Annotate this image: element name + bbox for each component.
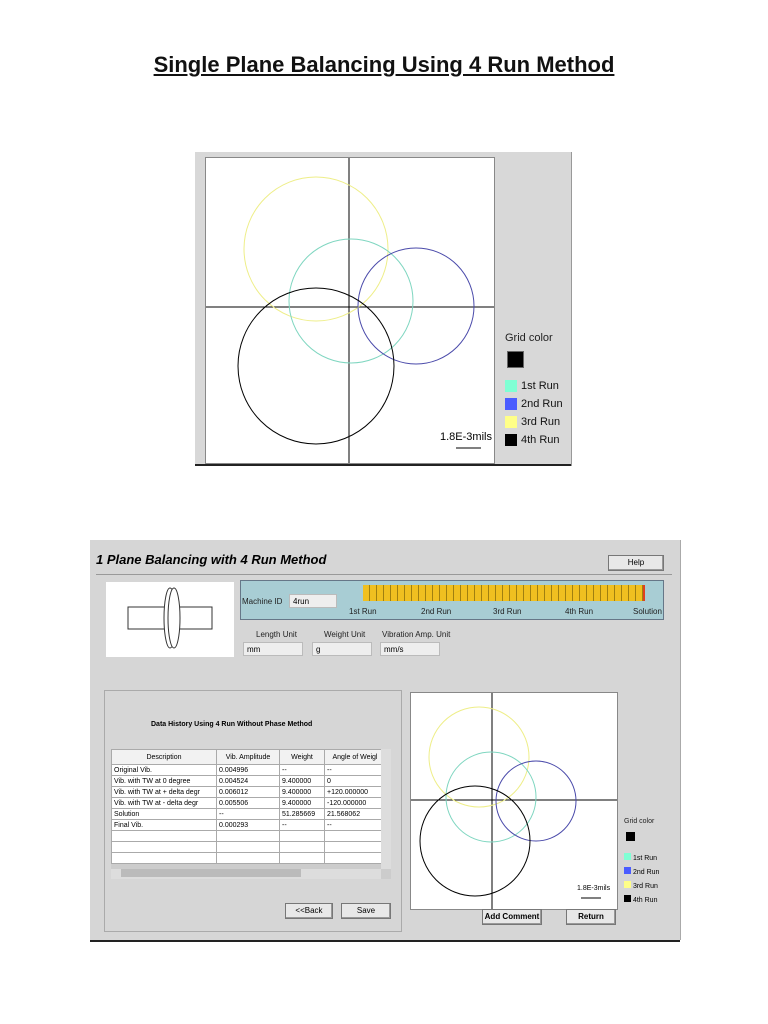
rotor-diagram xyxy=(106,582,234,657)
length-unit-field[interactable]: mm xyxy=(243,642,303,656)
legend: 1st Run 2nd Run 3rd Run 4th Run xyxy=(624,852,659,908)
grid-color-swatch[interactable] xyxy=(626,832,635,841)
scale-label: 1.8E-3mils xyxy=(577,885,611,892)
table-title: Data History Using 4 Run Without Phase M… xyxy=(151,721,313,728)
horizontal-scrollbar[interactable] xyxy=(111,869,381,879)
run4-circle xyxy=(237,287,395,445)
table-row: Final Vib. 0.000293 -- -- xyxy=(111,819,386,831)
machine-id-field[interactable]: 4run xyxy=(289,594,337,608)
back-button[interactable]: <<Back xyxy=(285,903,333,919)
table-row: Vib. with TW at + delta degr 0.006012 9.40… xyxy=(111,786,386,798)
legend: 1st Run 2nd Run 3rd Run 4th Run xyxy=(505,380,563,446)
grid-color-label: Grid color xyxy=(505,332,553,344)
legend-item: 4th Run xyxy=(505,434,563,446)
app-title: 1 Plane Balancing with 4 Run Method xyxy=(96,552,327,567)
run2-circle xyxy=(357,247,475,365)
progress-bar xyxy=(363,585,645,601)
progress-panel: Machine ID 4run 1st Run 2nd Run 3rd Run … xyxy=(240,580,664,620)
data-table[interactable]: Description Vib. Amplitude Weight Angle of … xyxy=(111,749,391,879)
legend-item: 1st Run xyxy=(505,380,563,392)
polar-plot: 1.8E-3mils xyxy=(205,157,495,464)
polar-plot-figure: 1.8E-3mils Grid color 1st Run 2nd Run 3r… xyxy=(195,152,572,466)
app-window: 1 Plane Balancing with 4 Run Method Help… xyxy=(90,540,681,940)
help-button[interactable]: Help xyxy=(608,555,664,571)
run1-circle xyxy=(288,238,414,364)
plot-canvas xyxy=(206,158,494,463)
length-unit-label: Length Unit xyxy=(256,630,297,639)
legend-item: 3rd Run xyxy=(505,416,563,428)
table-row: Vib. with TW at 0 degree 0.004524 9.400000… xyxy=(111,775,386,787)
return-button[interactable]: Return xyxy=(566,909,616,925)
save-button[interactable]: Save xyxy=(341,903,391,919)
machine-id-label: Machine ID xyxy=(242,597,283,606)
table-row: Vib. with TW at - delta degr 0.005506 9.40… xyxy=(111,797,386,809)
divider xyxy=(195,464,571,466)
divider xyxy=(90,940,680,942)
run3-circle xyxy=(243,176,389,322)
table-row: Solution -- 51.285669 21.568062 xyxy=(111,808,386,820)
data-history-panel: Data History Using 4 Run Without Phase M… xyxy=(104,690,402,932)
polar-plot-small: 1.8E-3mils xyxy=(410,692,618,910)
weight-unit-label: Weight Unit xyxy=(324,630,366,639)
vib-unit-label: Vibration Amp. Unit xyxy=(382,630,451,639)
scale-label: 1.8E-3mils xyxy=(440,431,492,443)
add-comment-button[interactable]: Add Comment xyxy=(482,909,542,925)
grid-color-label: Grid color xyxy=(624,818,655,825)
vib-unit-field[interactable]: mm/s xyxy=(380,642,440,656)
vertical-scrollbar[interactable] xyxy=(381,749,391,869)
table-row: Original Vib. 0.004996 -- -- xyxy=(111,764,386,776)
grid-color-swatch[interactable] xyxy=(507,351,524,368)
page-title: Single Plane Balancing Using 4 Run Metho… xyxy=(153,52,615,77)
legend-item: 2nd Run xyxy=(505,398,563,410)
weight-unit-field[interactable]: g xyxy=(312,642,372,656)
